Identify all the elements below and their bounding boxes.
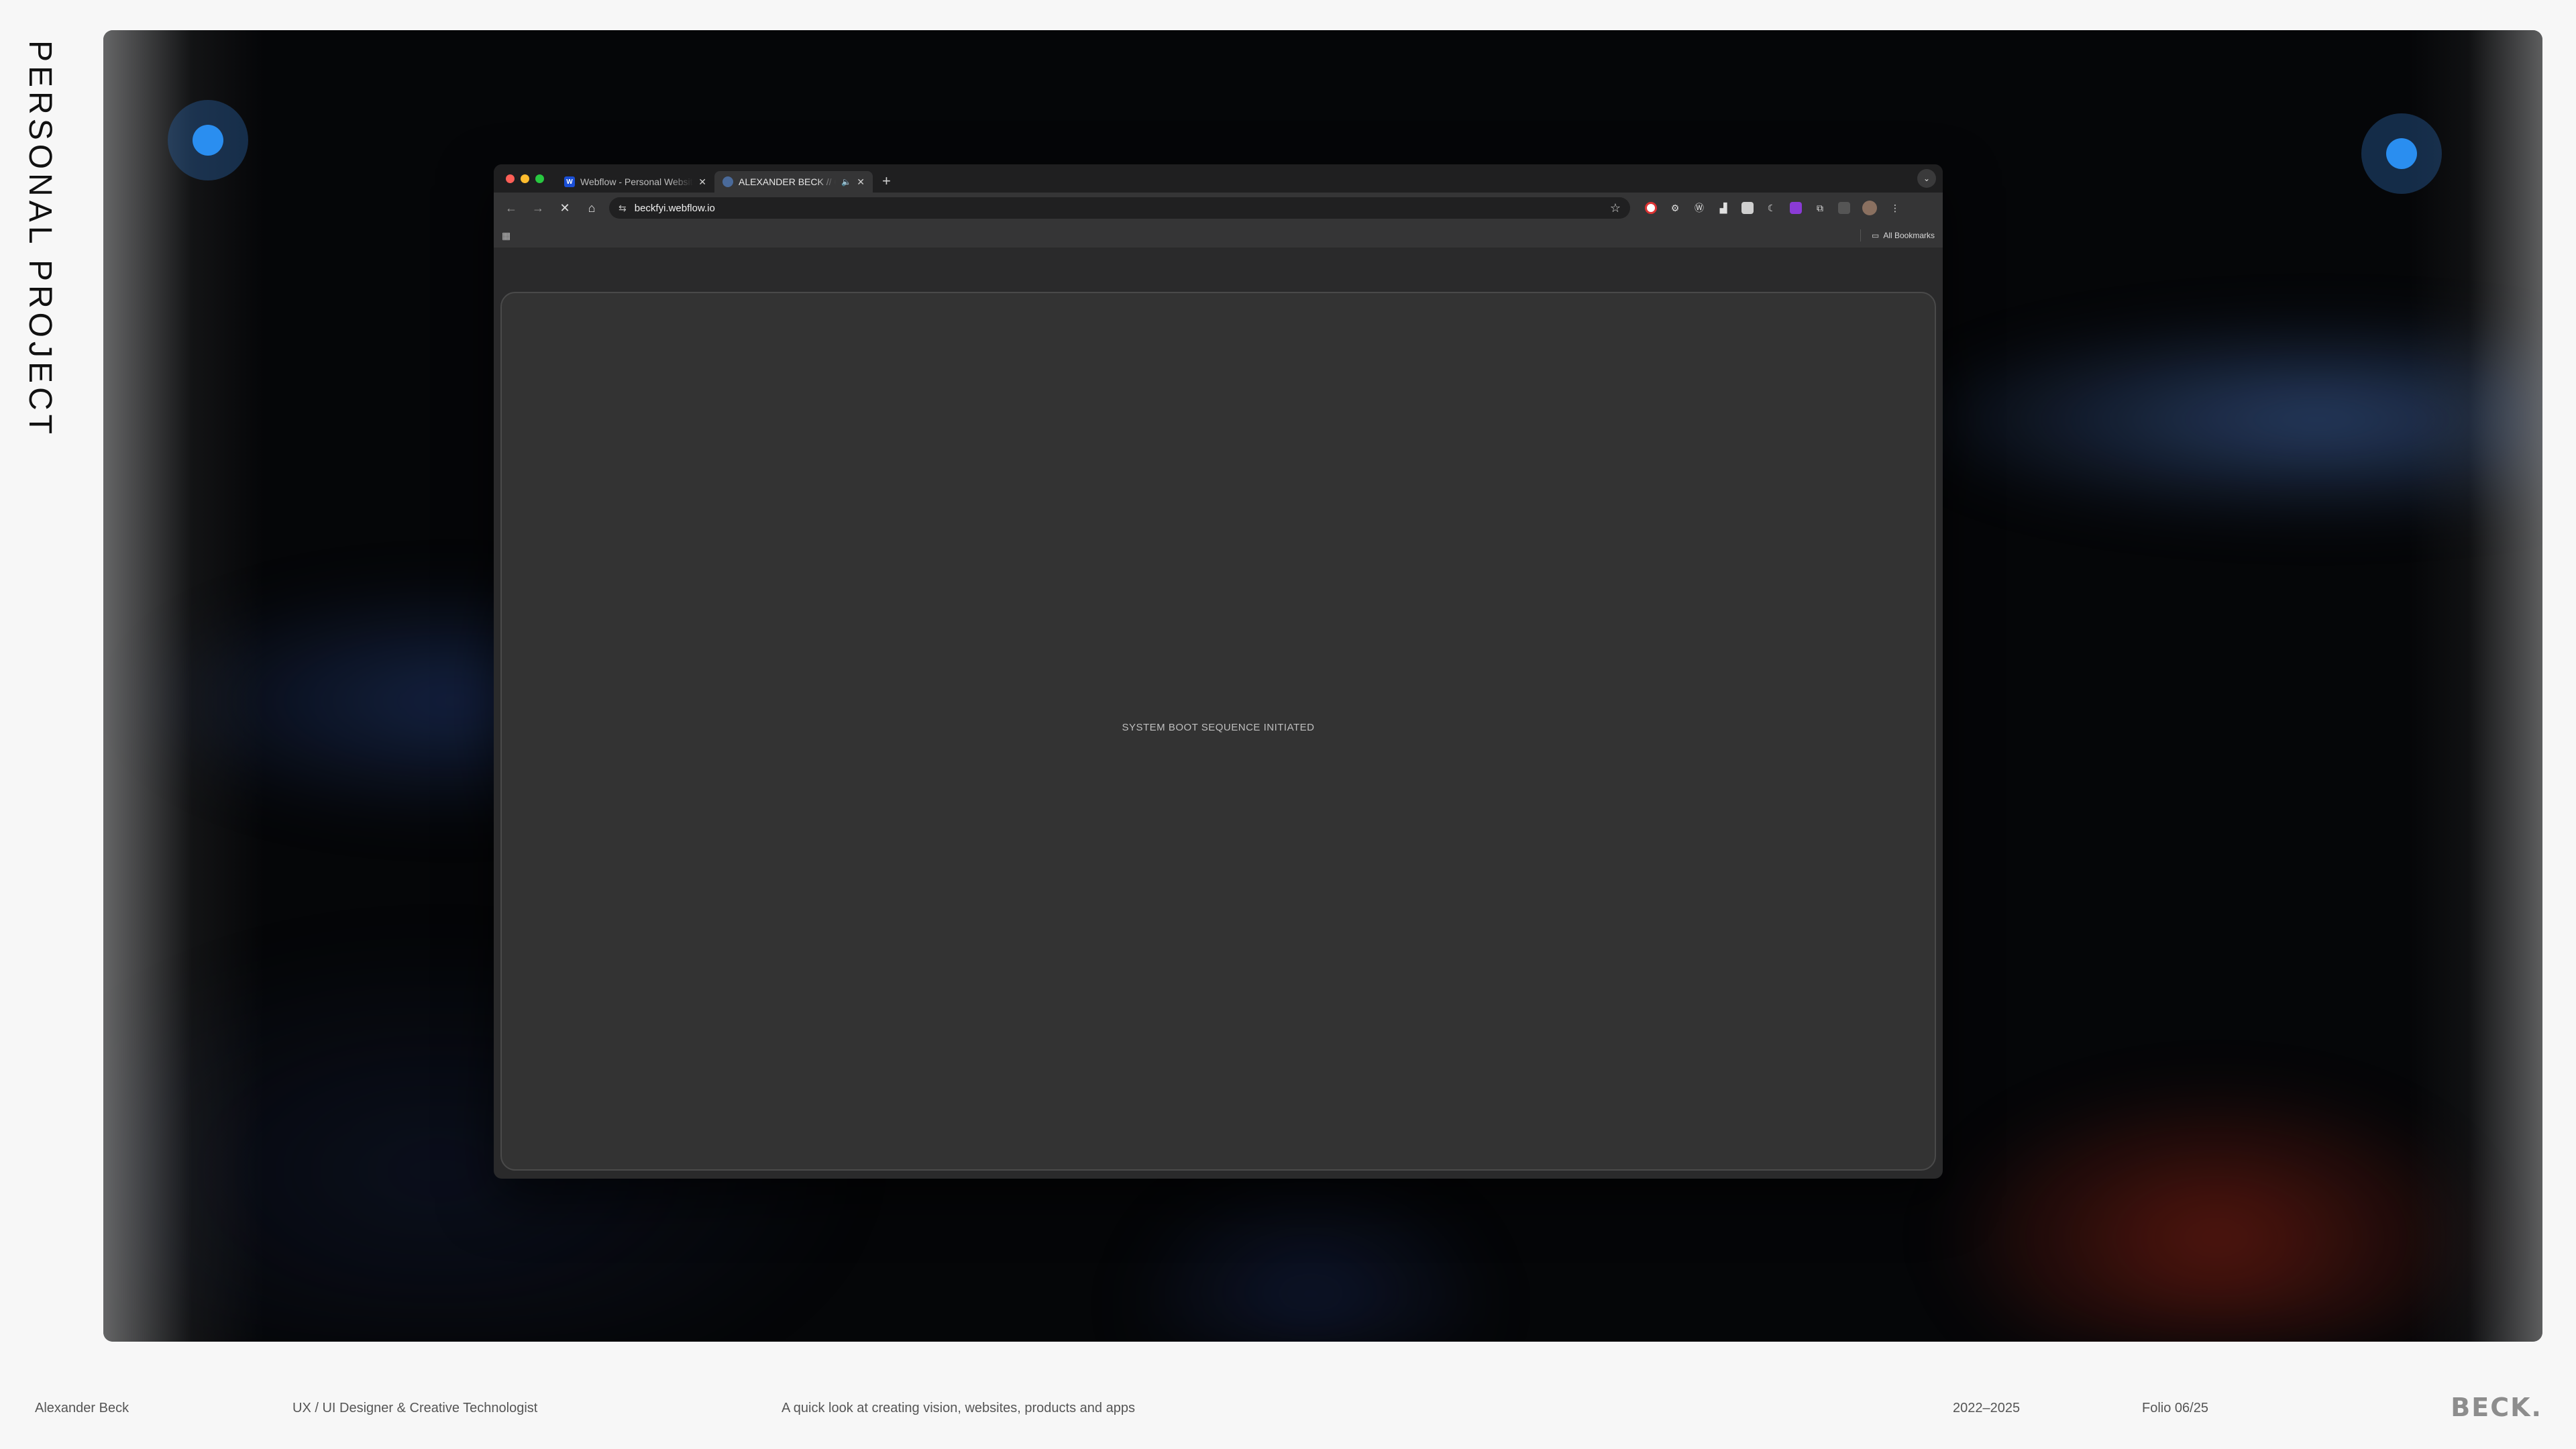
extension-chart-icon[interactable]: ▟: [1717, 202, 1729, 214]
site-settings-icon[interactable]: ⇆: [619, 203, 627, 214]
webflow-favicon-icon: W: [564, 176, 575, 187]
back-arrow-icon[interactable]: ←: [502, 201, 521, 215]
browser-toolbar: ← → ✕ ⌂ ⇆ beckfyi.webflow.io ☆ ⚙ Ⓦ ▟ ☾ ⧉…: [494, 193, 1943, 223]
accent-dot-right: [2361, 113, 2442, 194]
extension-wordpress-icon[interactable]: Ⓦ: [1693, 202, 1705, 214]
extension-card-icon[interactable]: [1741, 202, 1754, 214]
minimize-window-button[interactable]: [521, 174, 529, 183]
url-text[interactable]: beckfyi.webflow.io: [635, 203, 1602, 214]
maximize-window-button[interactable]: [535, 174, 544, 183]
footer-tagline: A quick look at creating vision, website…: [782, 1401, 1135, 1415]
home-icon[interactable]: ⌂: [582, 201, 601, 215]
window-controls: [494, 174, 556, 193]
tab-title: ALEXANDER BECK // Co: [739, 176, 837, 187]
page-viewport: SYSTEM BOOT SEQUENCE INITIATED: [500, 292, 1936, 1171]
site-favicon-icon: [722, 176, 733, 187]
more-menu-icon[interactable]: ⋮: [1889, 202, 1901, 214]
stage-edge-right: [2408, 30, 2542, 1342]
folder-icon: ▭: [1871, 231, 1880, 240]
tab-alexander-beck[interactable]: ALEXANDER BECK // Co 🔈 ✕: [714, 171, 873, 193]
bookmarks-divider: [1860, 229, 1861, 241]
tab-webflow[interactable]: W Webflow - Personal Website ✕: [556, 171, 714, 193]
profile-avatar[interactable]: [1862, 201, 1877, 215]
bookmarks-bar: ▦ ▭ All Bookmarks: [494, 223, 1943, 248]
footer-years: 2022–2025: [1953, 1401, 2021, 1415]
stage-edge-left: [103, 30, 264, 1342]
stop-loading-icon[interactable]: ✕: [555, 201, 574, 215]
toolbar-divider: [1838, 202, 1850, 214]
beck-logo: BECK.: [2451, 1393, 2542, 1422]
close-tab-icon[interactable]: ✕: [698, 176, 706, 188]
accent-dot-left: [168, 100, 248, 180]
footer-name: Alexander Beck: [35, 1401, 129, 1415]
footer-folio: Folio 06/25: [2142, 1401, 2208, 1415]
extensions-puzzle-icon[interactable]: ⧉: [1814, 202, 1826, 214]
new-tab-button[interactable]: +: [873, 174, 900, 193]
address-bar[interactable]: ⇆ beckfyi.webflow.io ☆: [609, 197, 1630, 219]
all-bookmarks-link[interactable]: All Bookmarks: [1883, 231, 1935, 240]
extension-record-icon[interactable]: [1645, 202, 1657, 214]
tab-search-icon[interactable]: ⌄: [1917, 169, 1936, 188]
browser-window: W Webflow - Personal Website ✕ ALEXANDER…: [494, 164, 1943, 1179]
side-title: PERSONAL PROJECT: [22, 40, 58, 438]
close-window-button[interactable]: [506, 174, 515, 183]
speaker-icon[interactable]: 🔈: [841, 177, 851, 186]
footer: Alexander Beck UX / UI Designer & Creati…: [0, 1401, 2576, 1421]
extension-purple-icon[interactable]: [1790, 202, 1802, 214]
slide: PERSONAL PROJECT W Webflow - Personal We…: [0, 0, 2576, 1449]
tab-title: Webflow - Personal Website: [580, 176, 694, 187]
extension-moon-icon[interactable]: ☾: [1766, 202, 1778, 214]
boot-status-text: SYSTEM BOOT SEQUENCE INITIATED: [1122, 721, 1315, 733]
extension-puzzle-icon[interactable]: ⚙: [1669, 202, 1681, 214]
bookmark-star-icon[interactable]: ☆: [1610, 201, 1621, 215]
close-tab-icon[interactable]: ✕: [857, 176, 865, 188]
footer-role: UX / UI Designer & Creative Technologist: [292, 1401, 538, 1415]
tab-bar: W Webflow - Personal Website ✕ ALEXANDER…: [494, 164, 1943, 193]
extensions-area: ⚙ Ⓦ ▟ ☾ ⧉ ⋮: [1645, 201, 1901, 215]
apps-grid-icon[interactable]: ▦: [502, 230, 511, 241]
forward-arrow-icon[interactable]: →: [529, 201, 547, 215]
